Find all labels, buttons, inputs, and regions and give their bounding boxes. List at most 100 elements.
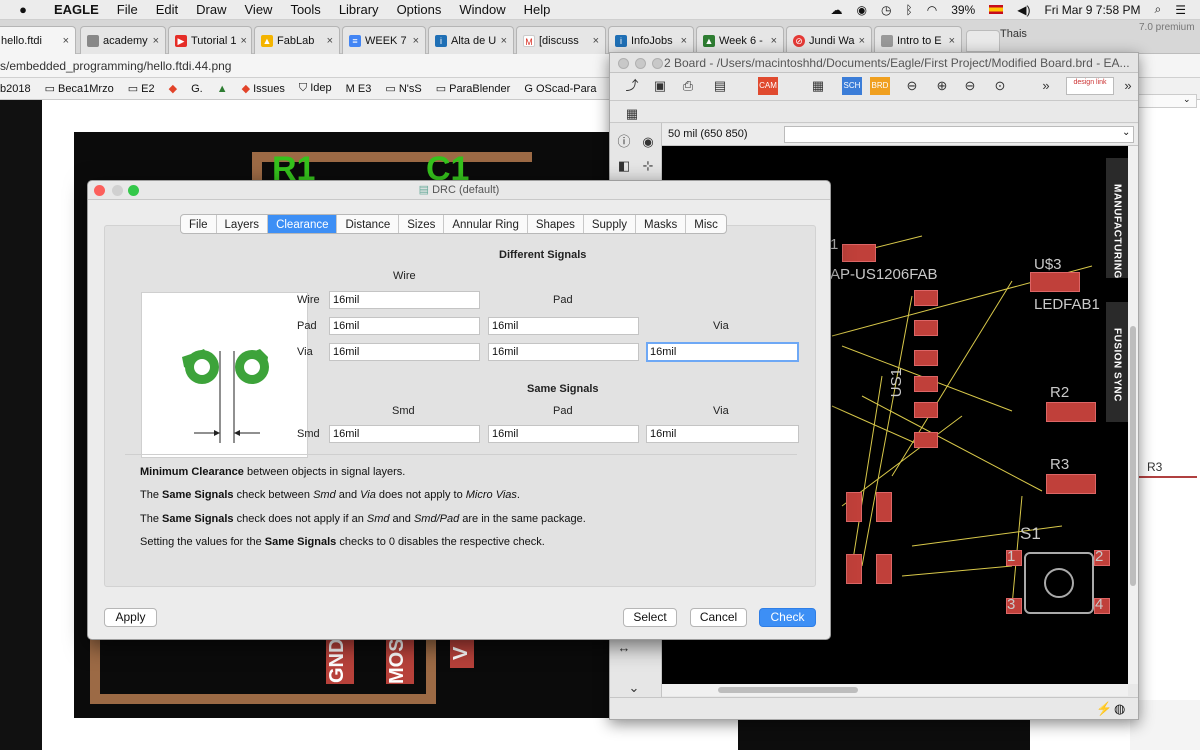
- tab-annular-ring[interactable]: Annular Ring: [444, 215, 528, 233]
- zoom-out-icon[interactable]: ⊖: [960, 77, 980, 95]
- close-icon[interactable]: ×: [327, 35, 333, 47]
- camera-icon[interactable]: ◉: [857, 3, 867, 17]
- zoom-fit-icon[interactable]: ⊖: [902, 77, 922, 95]
- grid-icon[interactable]: ▦: [622, 105, 642, 123]
- info-icon[interactable]: ⓘ: [614, 133, 634, 151]
- menu-options[interactable]: Options: [397, 2, 442, 17]
- sch-icon[interactable]: SCH: [842, 77, 862, 95]
- bluetooth-icon[interactable]: ᛒ: [906, 3, 913, 17]
- clock-text[interactable]: Fri Mar 9 7:58 PM: [1044, 3, 1140, 17]
- brd-icon[interactable]: BRD: [870, 77, 890, 95]
- menu-view[interactable]: View: [245, 2, 273, 17]
- bookmark-item[interactable]: ◆ Issues: [242, 82, 285, 95]
- close-dialog-button[interactable]: [94, 185, 105, 196]
- print-icon[interactable]: ⎙: [678, 77, 698, 95]
- menu-window[interactable]: Window: [459, 2, 505, 17]
- more-toolbar-icon[interactable]: »: [1118, 77, 1138, 95]
- tab-misc[interactable]: Misc: [686, 215, 726, 233]
- cloud-icon[interactable]: ☁: [831, 3, 843, 17]
- bookmark-item[interactable]: b2018: [0, 83, 31, 95]
- close-icon[interactable]: ×: [501, 35, 507, 47]
- close-icon[interactable]: ×: [153, 35, 159, 47]
- spotlight-icon[interactable]: ⌕: [1155, 2, 1162, 17]
- menu-help[interactable]: Help: [524, 2, 551, 17]
- zoom-select-icon[interactable]: ⊙: [990, 77, 1010, 95]
- tab-fablab[interactable]: ▲ FabLab ×: [254, 26, 340, 54]
- command-input[interactable]: [784, 126, 1134, 143]
- smd-pad-field[interactable]: [488, 425, 639, 443]
- tab-shapes[interactable]: Shapes: [528, 215, 584, 233]
- bookmark-item[interactable]: ▭ Beca1Mrzo: [45, 82, 114, 95]
- tab-jundi[interactable]: ⊘ Jundi Wa ×: [786, 26, 872, 54]
- new-tab-button[interactable]: [966, 30, 1000, 52]
- close-icon[interactable]: ×: [63, 35, 69, 47]
- via-wire-field[interactable]: [329, 343, 480, 361]
- close-icon[interactable]: ×: [949, 35, 955, 47]
- menu-file[interactable]: File: [117, 2, 138, 17]
- tab-hello-ftdi[interactable]: hello.ftdi ×: [0, 26, 76, 54]
- smd-smd-field[interactable]: [329, 425, 480, 443]
- tab-clearance[interactable]: Clearance: [268, 215, 338, 233]
- app-menu-eagle[interactable]: EAGLE: [54, 2, 99, 17]
- move-icon[interactable]: ↔: [614, 639, 634, 657]
- mark-icon[interactable]: ⊹: [638, 157, 658, 175]
- close-icon[interactable]: ×: [593, 35, 599, 47]
- tab-infojobs[interactable]: i InfoJobs ×: [608, 26, 694, 54]
- tab-file[interactable]: File: [181, 215, 217, 233]
- menu-tools[interactable]: Tools: [290, 2, 320, 17]
- tab-week7[interactable]: ≡ WEEK 7 ×: [342, 26, 426, 54]
- minimize-window-button[interactable]: [635, 58, 646, 69]
- close-icon[interactable]: ×: [681, 35, 687, 47]
- bookmark-item[interactable]: ▭ E2: [128, 82, 155, 95]
- zoom-in-icon[interactable]: ⊕: [932, 77, 952, 95]
- zoom-window-button[interactable]: [652, 58, 663, 69]
- tab-layers[interactable]: Layers: [217, 215, 269, 233]
- close-window-button[interactable]: [618, 58, 629, 69]
- horizontal-scrollbar[interactable]: [662, 684, 1128, 696]
- more-toolbar-icon[interactable]: »: [1036, 77, 1056, 95]
- bookmark-item[interactable]: G.: [191, 83, 203, 95]
- close-icon[interactable]: ×: [771, 35, 777, 47]
- notification-center-icon[interactable]: ☰: [1175, 3, 1186, 17]
- stop-icon[interactable]: ◍: [1114, 701, 1125, 717]
- side-tab-fusion-sync[interactable]: FUSION SYNC: [1106, 302, 1128, 422]
- minimize-dialog-button[interactable]: [112, 185, 123, 196]
- profile-name[interactable]: Thais: [1000, 28, 1027, 40]
- tab-discuss[interactable]: M [discuss ×: [516, 26, 606, 54]
- close-icon[interactable]: ×: [240, 35, 246, 47]
- check-button[interactable]: Check: [759, 608, 816, 627]
- chevron-down-icon[interactable]: ⌄: [1122, 127, 1130, 138]
- tab-alta[interactable]: i Alta de U ×: [428, 26, 514, 54]
- apple-icon[interactable]: ●: [14, 2, 32, 17]
- menu-library[interactable]: Library: [339, 2, 379, 17]
- vertical-scrollbar[interactable]: [1128, 146, 1138, 684]
- flag-icon[interactable]: [989, 5, 1004, 14]
- design-link-button[interactable]: design link: [1066, 77, 1114, 95]
- tab-week6[interactable]: ▲ Week 6 - ×: [696, 26, 784, 54]
- wire-wire-field[interactable]: [329, 291, 480, 309]
- tab-tutorial[interactable]: ▶ Tutorial 1 ×: [168, 26, 252, 54]
- layers-icon[interactable]: ◧: [614, 157, 634, 175]
- via-pad-field[interactable]: [488, 343, 639, 361]
- ulp-icon[interactable]: ▦: [808, 77, 828, 95]
- cam-processor-icon[interactable]: CAM: [758, 77, 778, 95]
- zoom-dialog-button[interactable]: [128, 185, 139, 196]
- pad-pad-field[interactable]: [488, 317, 639, 335]
- via-via-field[interactable]: [646, 342, 799, 362]
- close-icon[interactable]: ×: [859, 35, 865, 47]
- gitlab-icon[interactable]: ◆: [169, 82, 177, 95]
- time-machine-icon[interactable]: ◷: [881, 3, 891, 17]
- bookmark-item[interactable]: ▭ N'sS: [385, 82, 421, 95]
- menu-draw[interactable]: Draw: [196, 2, 226, 17]
- cam-icon[interactable]: ▤: [710, 77, 730, 95]
- wifi-icon[interactable]: ◠: [927, 3, 937, 17]
- close-icon[interactable]: ×: [413, 35, 419, 47]
- smd-via-field[interactable]: [646, 425, 799, 443]
- side-tab-manufacturing[interactable]: MANUFACTURING: [1106, 158, 1128, 279]
- tab-academy[interactable]: academy ×: [80, 26, 166, 54]
- scroll-thumb[interactable]: [718, 687, 858, 693]
- menu-edit[interactable]: Edit: [156, 2, 178, 17]
- tab-supply[interactable]: Supply: [584, 215, 637, 233]
- volume-icon[interactable]: ◀): [1017, 3, 1030, 17]
- select-button[interactable]: Select: [623, 608, 677, 627]
